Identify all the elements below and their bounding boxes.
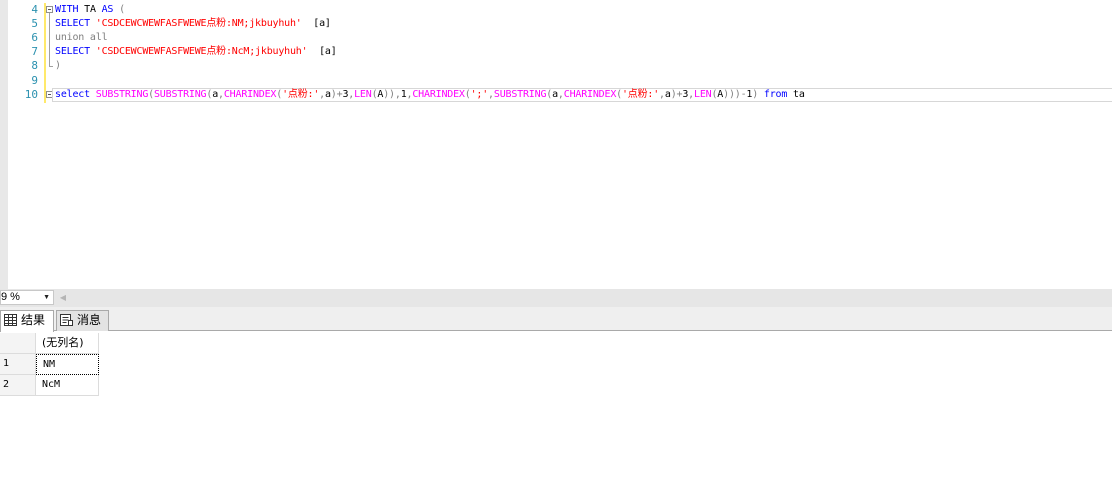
operator: )+ bbox=[670, 89, 683, 100]
grid-corner[interactable] bbox=[0, 333, 36, 354]
message-icon bbox=[60, 314, 73, 326]
keyword: SELECT bbox=[55, 18, 90, 29]
editor-margin bbox=[0, 0, 8, 289]
code-line-7[interactable]: SELECT 'CSDCEWCWEWFASFWEWE点粉:NcM;jkbuyhu… bbox=[55, 45, 337, 59]
function: SUBSTRING bbox=[89, 89, 149, 100]
line-number: 5 bbox=[31, 17, 38, 30]
line-number: 4 bbox=[31, 3, 38, 16]
line-number-gutter: 4 5 6 7 8 9 10 bbox=[8, 0, 40, 289]
zoom-value: 9 % bbox=[1, 291, 20, 303]
line-number: 7 bbox=[31, 45, 38, 58]
triangle-down-icon[interactable]: ▼ bbox=[43, 291, 50, 304]
keyword: AS bbox=[101, 4, 114, 15]
function: CHARINDEX bbox=[412, 89, 465, 100]
operator: )))- bbox=[723, 89, 747, 100]
code-line-6[interactable]: union all bbox=[55, 31, 108, 45]
operator: )+ bbox=[330, 89, 343, 100]
string-literal: 'CSDCEWCWEWFASFWEWE点粉:NM;jkbuyhuh' bbox=[89, 18, 302, 29]
results-tab-strip: 结果 消息 bbox=[0, 307, 1112, 332]
function: CHARINDEX bbox=[223, 89, 277, 100]
operator: )), bbox=[383, 89, 401, 100]
string-literal: ';' bbox=[470, 89, 489, 100]
row-number[interactable]: 1 bbox=[0, 354, 36, 375]
function: LEN bbox=[694, 89, 712, 100]
function: SUBSTRING bbox=[153, 89, 207, 100]
code-line-8[interactable]: ) bbox=[55, 59, 61, 73]
function: CHARINDEX bbox=[563, 89, 617, 100]
cte-name: TA bbox=[78, 4, 102, 15]
keyword: WITH bbox=[55, 4, 79, 15]
fold-guide-end bbox=[49, 66, 53, 67]
result-cell[interactable]: NM bbox=[36, 354, 99, 375]
fold-guide bbox=[49, 13, 50, 67]
column-alias: [a] bbox=[301, 18, 331, 29]
tab-messages-label: 消息 bbox=[77, 313, 102, 327]
query-editor[interactable]: 4 5 6 7 8 9 10 WITH TA AS ( SELECT 'CSDC… bbox=[0, 0, 1112, 289]
identifier: ta bbox=[787, 89, 805, 100]
line-number: 8 bbox=[31, 59, 38, 72]
editor-status-bar: 9 % ▼ ◀ bbox=[0, 289, 1112, 307]
tab-messages[interactable]: 消息 bbox=[56, 310, 109, 331]
tab-results[interactable]: 结果 bbox=[0, 310, 54, 332]
string-literal: '点粉:' bbox=[282, 89, 320, 100]
code-line-4[interactable]: WITH TA AS ( bbox=[55, 3, 125, 17]
row-number[interactable]: 2 bbox=[0, 375, 36, 396]
string-literal: 'CSDCEWCWEWFASFWEWE点粉:NcM;jkbuyhuh' bbox=[89, 46, 308, 57]
function: LEN bbox=[354, 89, 372, 100]
operator: ( bbox=[113, 4, 125, 15]
change-tracking-bar bbox=[44, 3, 46, 103]
code-line-10[interactable]: select SUBSTRING(SUBSTRING(a,CHARINDEX('… bbox=[55, 88, 805, 102]
code-line-5[interactable]: SELECT 'CSDCEWCWEWFASFWEWE点粉:NM;jkbuyhuh… bbox=[55, 17, 331, 31]
line-number: 6 bbox=[31, 31, 38, 44]
collapse-icon[interactable] bbox=[46, 6, 53, 13]
keyword: union all bbox=[55, 32, 108, 43]
keyword: select bbox=[55, 89, 90, 100]
function: SUBSTRING bbox=[493, 89, 547, 100]
result-cell[interactable]: NcM bbox=[36, 375, 99, 396]
zoom-select[interactable]: 9 % ▼ bbox=[0, 290, 54, 305]
column-header[interactable]: (无列名) bbox=[36, 333, 99, 354]
grid-icon bbox=[4, 314, 17, 326]
column-alias: [a] bbox=[307, 46, 337, 57]
line-number: 9 bbox=[31, 74, 38, 87]
string-literal: '点粉:' bbox=[621, 89, 660, 100]
tab-results-label: 结果 bbox=[21, 313, 46, 327]
keyword: SELECT bbox=[55, 46, 90, 57]
scroll-left-icon[interactable]: ◀ bbox=[58, 290, 68, 305]
line-number: 10 bbox=[24, 88, 38, 101]
operator: ) bbox=[55, 60, 61, 71]
keyword: from bbox=[758, 89, 788, 100]
